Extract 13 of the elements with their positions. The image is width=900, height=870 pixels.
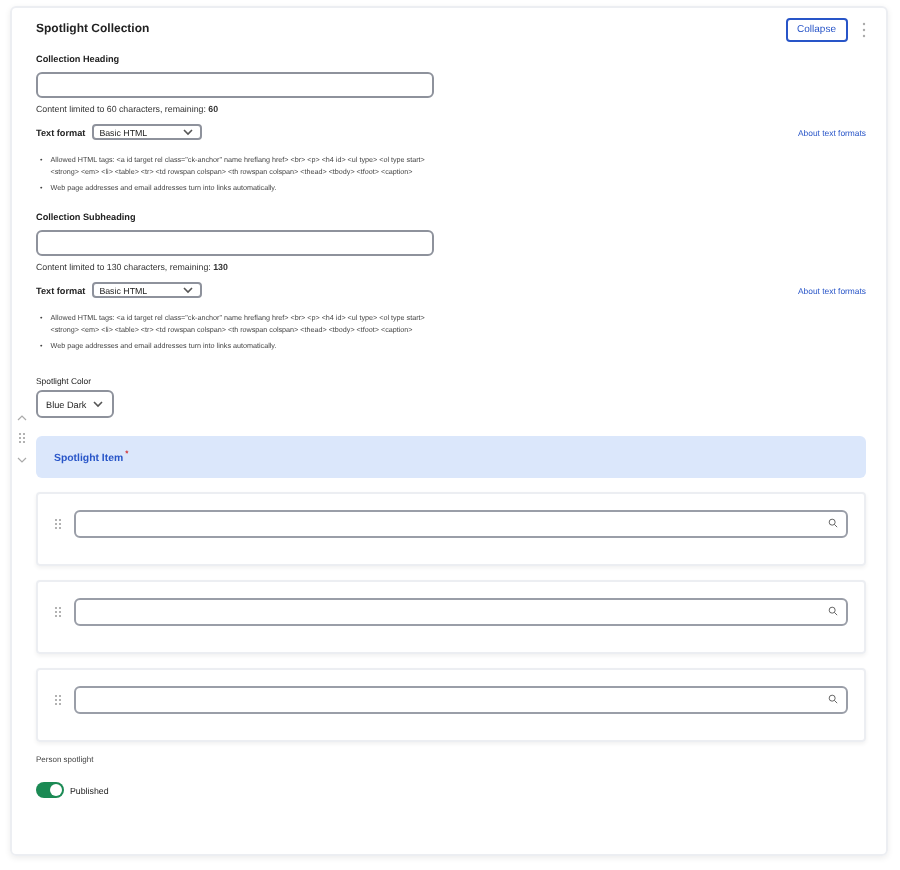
reorder-handle-icon[interactable] — [16, 412, 28, 468]
search-icon — [828, 694, 838, 704]
autocomplete-field[interactable] — [74, 509, 848, 537]
search-icon — [828, 606, 838, 616]
toggle-switch[interactable] — [36, 782, 64, 798]
caret-icon — [181, 126, 194, 138]
search-icon — [828, 518, 838, 528]
input-field[interactable] — [36, 72, 434, 98]
caret-icon — [92, 398, 105, 410]
autocomplete-field[interactable] — [74, 685, 848, 713]
autocomplete-field[interactable] — [74, 597, 848, 625]
caret-icon — [181, 284, 194, 296]
input-field[interactable] — [36, 230, 434, 256]
